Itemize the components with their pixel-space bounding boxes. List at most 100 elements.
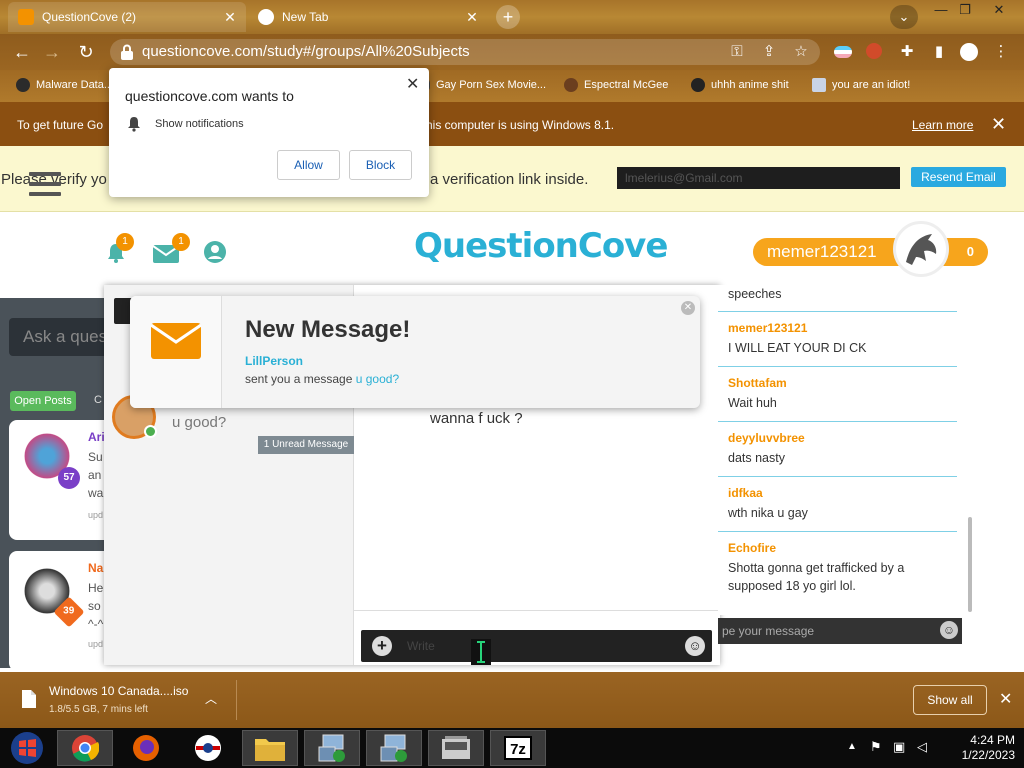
new-message-toast[interactable]: New Message! LillPerson sent you a messa… <box>130 296 700 408</box>
group-chat-feed: speeches memer123121 I WILL EAT YOUR DI … <box>718 285 978 615</box>
taskbar-file-explorer[interactable] <box>242 730 298 766</box>
taskbar-opera[interactable] <box>180 730 236 766</box>
bookmark-movies[interactable]: Gay Porn Sex Movie... <box>420 78 546 92</box>
feed-message: deyyluvvbree dats nasty <box>728 431 958 467</box>
chevron-up-icon[interactable]: ︿ <box>205 690 217 707</box>
address-bar[interactable]: questioncove.com/study#/groups/All%20Sub… <box>110 39 820 65</box>
divider <box>718 311 957 312</box>
download-bar-close-icon[interactable]: ✕ <box>999 689 1012 709</box>
toast-body: sent you a message u good? <box>245 372 399 386</box>
block-button[interactable]: Block <box>349 150 412 180</box>
emoji-icon[interactable]: ☺ <box>685 636 705 656</box>
start-button[interactable] <box>0 730 54 766</box>
taskbar-firefox[interactable] <box>118 730 174 766</box>
user-avatar[interactable] <box>893 221 949 277</box>
avatar-extension-icon[interactable] <box>866 43 884 61</box>
post-card[interactable]: 39 Na He so ^-^ upd <box>9 551 119 671</box>
taskbar-app-c[interactable] <box>428 730 484 766</box>
profile-icon[interactable] <box>960 43 978 61</box>
flag-extension-icon[interactable] <box>834 43 852 61</box>
forward-icon[interactable]: → <box>40 40 64 64</box>
bookmark-star-icon[interactable]: ☆ <box>792 43 810 61</box>
post-line: He <box>88 581 104 595</box>
tab-open-posts[interactable]: Open Posts <box>10 391 76 411</box>
add-attachment-icon[interactable]: + <box>372 636 392 656</box>
taskbar-app-b[interactable] <box>366 730 422 766</box>
post-author[interactable]: Ari <box>88 430 105 444</box>
resend-email-button[interactable]: Resend Email <box>911 167 1006 187</box>
post-card[interactable]: 57 Ari Su an wa upd <box>9 420 119 540</box>
conversation-preview[interactable]: u good? <box>172 414 226 431</box>
tab-questioncove[interactable]: QuestionCove (2) ✕ <box>8 2 246 32</box>
feed-username[interactable]: Shottafam <box>728 376 958 390</box>
feed-message-text: I WILL EAT YOUR DI CK <box>728 341 867 355</box>
post-meta: upd <box>88 639 104 649</box>
taskbar-chrome[interactable] <box>57 730 113 766</box>
taskbar-clock[interactable]: 4:24 PM 1/22/2023 <box>945 733 1015 763</box>
hamburger-menu-icon[interactable] <box>29 172 61 196</box>
tab-title: New Tab <box>282 10 329 24</box>
verify-email-field[interactable]: lmelerius@Gmail.com <box>617 167 900 189</box>
download-filename[interactable]: Windows 10 Canada....iso <box>49 684 188 698</box>
learn-more-link[interactable]: Learn more <box>912 118 973 132</box>
tab-close-icon[interactable]: ✕ <box>464 9 480 25</box>
banner-text-right: his computer is using Windows 8.1. <box>426 118 615 132</box>
questioncove-favicon-icon <box>18 9 34 25</box>
banner-close-icon[interactable]: ✕ <box>991 114 1006 135</box>
taskbar-7zip[interactable]: 7z <box>490 730 546 766</box>
bookmark-idiot[interactable]: you are an idiot! <box>812 78 910 92</box>
post-author[interactable]: Na <box>88 561 103 575</box>
divider <box>718 476 957 477</box>
feed-username[interactable]: Echofire <box>728 541 958 555</box>
opera-gx-icon <box>195 735 221 761</box>
ask-question-input[interactable]: Ask a ques <box>9 318 119 356</box>
tab-closed-posts[interactable]: C <box>94 394 102 406</box>
feed-scrollbar[interactable] <box>968 517 972 612</box>
new-tab-button[interactable]: + <box>496 5 520 29</box>
emoji-icon[interactable]: ☺ <box>940 621 958 639</box>
tab-new-tab[interactable]: New Tab ✕ <box>248 2 488 32</box>
bookmark-anime[interactable]: uhhh anime shit <box>691 78 789 92</box>
feed-username[interactable]: deyyluvvbree <box>728 431 958 445</box>
popup-close-icon[interactable]: ✕ <box>406 74 419 94</box>
network-icon[interactable]: ▣ <box>893 739 905 755</box>
side-panel-icon[interactable]: ▮ <box>930 43 948 61</box>
lock-icon[interactable] <box>120 44 134 60</box>
taskbar-app-a[interactable] <box>304 730 360 766</box>
bookmark-label: Espectral McGee <box>584 79 669 91</box>
username: memer123121 <box>767 242 877 261</box>
toast-sender[interactable]: LillPerson <box>245 354 303 368</box>
window-close-icon[interactable]: ✕ <box>984 2 1014 18</box>
profile-user-icon[interactable] <box>203 240 227 264</box>
tab-close-icon[interactable]: ✕ <box>222 9 238 25</box>
extensions-puzzle-icon[interactable]: ✚ <box>898 43 916 61</box>
questioncove-logo[interactable]: QuestionCove <box>414 226 668 266</box>
tab-search-chevron-icon[interactable]: ⌄ <box>890 5 918 29</box>
action-center-flag-icon[interactable]: ⚑ <box>870 739 882 755</box>
menu-kebab-icon[interactable]: ⋮ <box>992 43 1010 61</box>
allow-button[interactable]: Allow <box>277 150 340 180</box>
toast-close-icon[interactable]: ✕ <box>681 301 695 315</box>
feed-input-placeholder: pe your message <box>722 624 815 638</box>
feed-username[interactable]: memer123121 <box>728 321 958 335</box>
feed-message: idfkaa wth nika u gay <box>728 486 958 522</box>
feed-message-input[interactable]: pe your message ☺ <box>718 618 962 644</box>
restore-icon[interactable]: ❐ <box>950 2 980 18</box>
share-icon[interactable]: ⇪ <box>760 43 778 61</box>
show-hidden-icons-icon[interactable]: ▲ <box>847 741 857 752</box>
chrome-favicon-icon <box>258 9 274 25</box>
show-all-button[interactable]: Show all <box>913 685 987 715</box>
chrome-icon <box>72 735 99 762</box>
toast-snippet[interactable]: u good? <box>356 372 399 386</box>
chat-composer[interactable]: + Write ☺ <box>361 630 712 662</box>
bookmark-malware-data[interactable]: Malware Data... <box>16 78 113 92</box>
key-icon[interactable]: ⚿ <box>728 43 746 61</box>
user-points-pill[interactable]: memer123121 0 <box>753 238 988 266</box>
clock-time: 4:24 PM <box>970 733 1015 747</box>
reload-icon[interactable]: ↻ <box>74 40 98 64</box>
bookmark-espectral-mcgee[interactable]: Espectral McGee <box>564 78 668 92</box>
download-progress: 1.8/5.5 GB, 7 mins left <box>49 704 148 715</box>
back-icon[interactable]: ← <box>10 40 34 64</box>
volume-icon[interactable]: ◁ <box>917 739 927 755</box>
feed-username[interactable]: idfkaa <box>728 486 958 500</box>
